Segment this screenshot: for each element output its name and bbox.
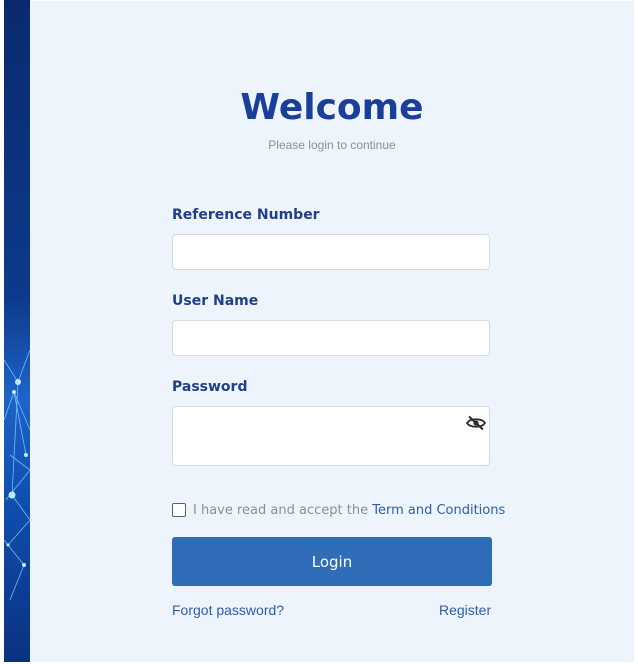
register-link[interactable]: Register [439, 602, 491, 618]
username-label: User Name [172, 293, 259, 309]
login-page: Welcome Please login to continue Referen… [0, 0, 638, 664]
page-subtitle: Please login to continue [268, 138, 396, 152]
decorative-network-panel [4, 0, 30, 662]
page-title: Welcome [240, 87, 424, 128]
terms-link[interactable]: Term and Conditions [372, 503, 505, 518]
terms-text: I have read and accept the Term and Cond… [193, 503, 505, 518]
reference-number-input[interactable] [172, 234, 490, 270]
username-input[interactable] [172, 320, 490, 356]
network-graphic-icon [4, 349, 30, 601]
password-label: Password [172, 379, 248, 395]
eye-slash-icon[interactable] [466, 415, 486, 431]
login-button[interactable]: Login [172, 537, 492, 586]
terms-prefix: I have read and accept the [193, 503, 369, 518]
terms-checkbox[interactable] [172, 503, 186, 517]
password-input[interactable] [172, 406, 490, 466]
login-content-area: Welcome Please login to continue Referen… [30, 1, 634, 662]
page-edge [634, 0, 638, 664]
forgot-password-link[interactable]: Forgot password? [172, 602, 284, 618]
reference-number-label: Reference Number [172, 207, 320, 223]
